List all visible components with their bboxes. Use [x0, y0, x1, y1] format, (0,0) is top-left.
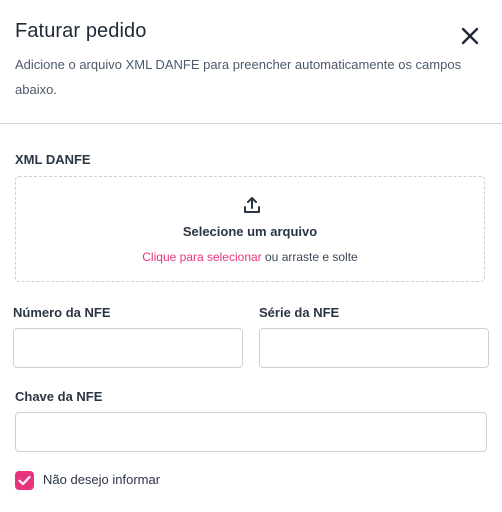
modal-header: Faturar pedido Adicione o arquivo XML DA… [0, 0, 502, 123]
invoice-modal: Faturar pedido Adicione o arquivo XML DA… [0, 0, 502, 512]
checkmark-icon [18, 475, 31, 486]
nao-informar-checkbox[interactable] [15, 471, 34, 490]
dropzone-drag-text: ou arraste e solte [261, 250, 358, 264]
chave-nfe-label: Chave da NFE [15, 389, 103, 404]
close-icon [461, 27, 479, 45]
serie-nfe-input[interactable] [259, 328, 489, 368]
upload-icon [244, 197, 260, 213]
numero-nfe-input[interactable] [13, 328, 243, 368]
modal-title: Faturar pedido [15, 20, 147, 42]
numero-nfe-label: Número da NFE [13, 305, 111, 320]
nao-informar-label[interactable]: Não desejo informar [43, 472, 160, 487]
serie-nfe-label: Série da NFE [259, 305, 340, 320]
select-file-link[interactable]: Clique para selecionar [142, 250, 261, 264]
dropzone-subtext: Clique para selecionar ou arraste e solt… [16, 250, 484, 264]
xml-danfe-label: XML DANFE [15, 152, 91, 167]
close-button[interactable] [458, 24, 482, 48]
modal-subtitle: Adicione o arquivo XML DANFE para preenc… [15, 57, 462, 97]
file-dropzone[interactable]: Selecione um arquivo Clique para selecio… [15, 176, 485, 282]
header-divider [0, 123, 502, 124]
dropzone-title: Selecione um arquivo [182, 224, 318, 239]
chave-nfe-input[interactable] [15, 412, 487, 452]
